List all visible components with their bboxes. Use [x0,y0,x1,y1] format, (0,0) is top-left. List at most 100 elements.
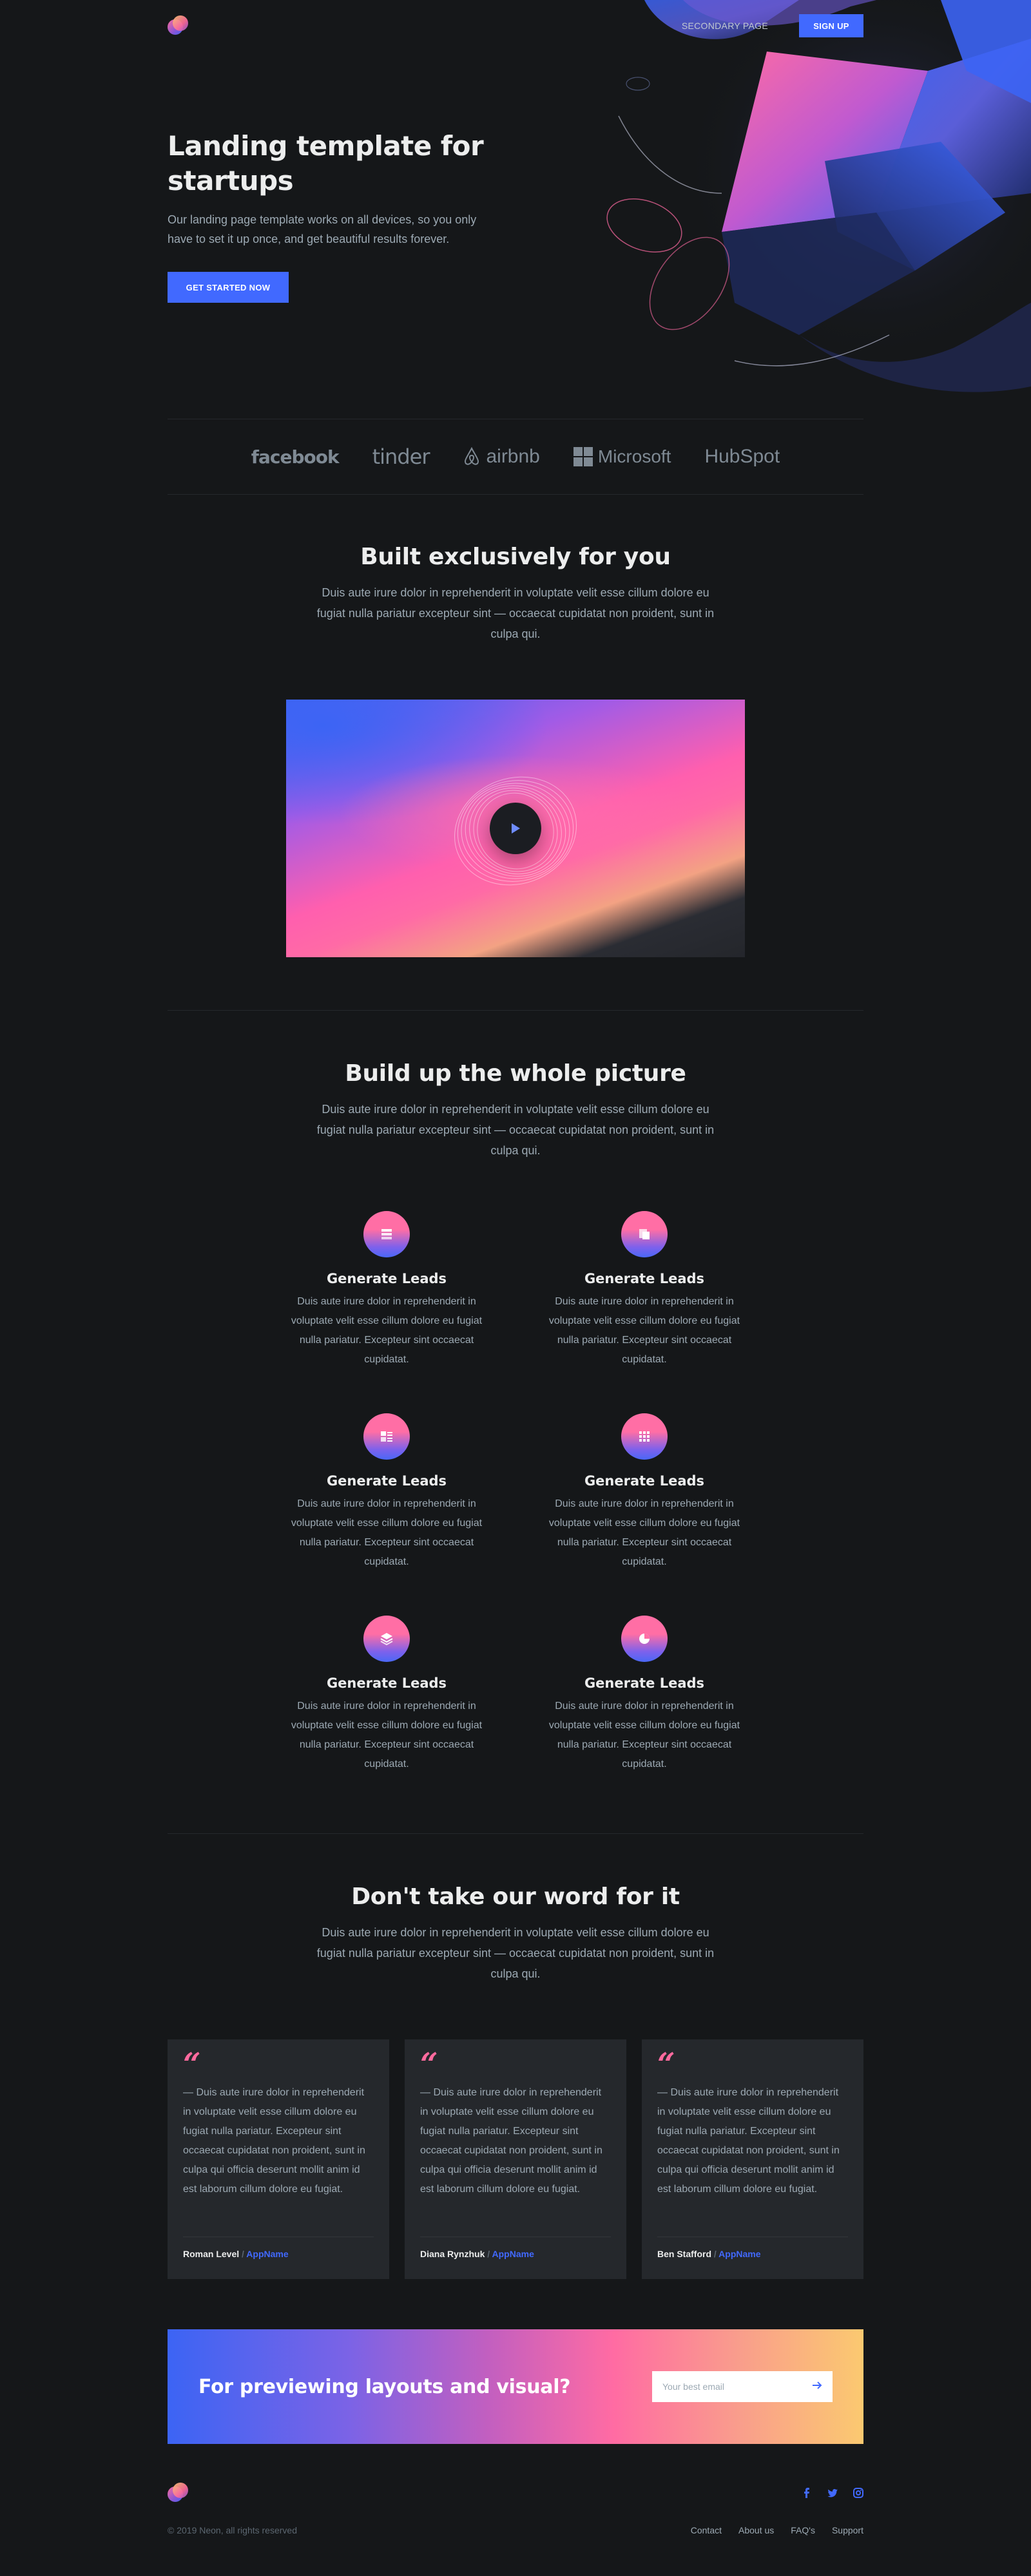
testimonial-card: “ — Duis aute irure dolor in reprehender… [168,2039,389,2279]
get-started-button[interactable]: GET STARTED NOW [168,272,289,303]
cta-title: For previewing layouts and visual? [198,2375,571,2398]
feature-card: Generate Leads Duis aute irure dolor in … [258,1413,516,1572]
section-paragraph: Duis aute irure dolor in reprehenderit i… [316,586,715,640]
footer-link-support[interactable]: Support [832,2525,863,2535]
feature-title: Generate Leads [326,1473,447,1489]
feature-text: Duis aute irure dolor in reprehenderit i… [291,1701,483,1770]
microsoft-icon [573,447,593,466]
copyright-text: © 2019 Neon, all rights reserved [168,2525,297,2535]
feature-title: Generate Leads [584,1675,705,1691]
footer-links: Contact About us FAQ's Support [691,2525,863,2535]
feature-text: Duis aute irure dolor in reprehenderit i… [548,1498,740,1567]
sign-up-button[interactable]: SIGN UP [799,14,863,37]
client-logo-airbnb: airbnb [463,446,540,468]
footer-logo[interactable] [168,2483,188,2503]
section-title: Don't take our word for it [351,1884,680,1910]
pie-chart-icon [621,1616,668,1662]
feature-title: Generate Leads [326,1271,447,1286]
social-links [802,2488,863,2498]
logo-shape [173,15,188,31]
microsoft-wordmark: Microsoft [597,446,671,466]
arrow-right-icon[interactable] [812,2381,822,2392]
play-icon [512,823,520,834]
feature-text: Duis aute irure dolor in reprehenderit i… [548,1701,740,1770]
built-for-you-section: Built exclusively for you Duis aute irur… [168,542,863,644]
feature-card: Generate Leads Duis aute irure dolor in … [258,1211,516,1369]
author-name: Diana Rynzhuk [420,2249,485,2259]
newsletter-cta: For previewing layouts and visual? [168,2329,863,2444]
section-divider [168,1833,863,1834]
email-form [652,2371,833,2402]
feature-card: Generate Leads Duis aute irure dolor in … [516,1211,773,1369]
testimonial-text: — Duis aute irure dolor in reprehenderit… [420,2087,602,2195]
author-app-link[interactable]: AppName [492,2249,534,2259]
author-app-link[interactable]: AppName [246,2249,288,2259]
testimonial-card: “ — Duis aute irure dolor in reprehender… [642,2039,863,2279]
section-paragraph: Duis aute irure dolor in reprehenderit i… [316,1926,715,1980]
twitter-icon[interactable] [827,2488,838,2498]
quote-icon: “ [657,2046,675,2083]
secondary-page-link[interactable]: SECONDARY PAGE [682,21,768,31]
instagram-icon[interactable] [853,2488,863,2498]
site-footer: © 2019 Neon, all rights reserved Contact… [168,2483,863,2547]
brand-logo[interactable] [168,15,188,36]
testimonials-section-header: Don't take our word for it Duis aute iru… [168,1882,863,1984]
testimonial-card: “ — Duis aute irure dolor in reprehender… [405,2039,626,2279]
airbnb-wordmark: airbnb [486,446,540,467]
section-title: Built exclusively for you [360,544,671,570]
author-name: Roman Level [183,2249,240,2259]
testimonial-text: — Duis aute irure dolor in reprehenderit… [183,2087,365,2195]
feature-card: Generate Leads Duis aute irure dolor in … [258,1616,516,1774]
footer-link-contact[interactable]: Contact [691,2525,722,2535]
layout-icon [363,1413,410,1460]
hero-section: Landing template for startups Our landin… [168,129,503,303]
client-logo-facebook: facebook [251,446,340,468]
grid-icon [621,1413,668,1460]
author-separator: / [242,2249,244,2259]
email-input[interactable] [662,2381,791,2392]
section-title: Build up the whole picture [345,1060,686,1087]
testimonial-text: — Duis aute irure dolor in reprehenderit… [657,2087,840,2195]
testimonial-author: Diana Rynzhuk / AppName [420,2237,611,2259]
layers-icon [363,1616,410,1662]
facebook-icon[interactable] [802,2488,812,2498]
site-header: SECONDARY PAGE SIGN UP [0,0,1031,52]
feature-card: Generate Leads Duis aute irure dolor in … [516,1413,773,1572]
copy-icon [621,1211,668,1257]
quote-icon: “ [420,2046,438,2083]
whole-picture-section: Build up the whole picture Duis aute iru… [168,1059,863,1161]
hero-subtitle: Our landing page template works on all d… [168,213,477,245]
testimonial-author: Ben Stafford / AppName [657,2237,848,2259]
author-separator: / [487,2249,490,2259]
video-preview[interactable] [286,700,745,957]
feature-title: Generate Leads [584,1271,705,1286]
testimonials-list: “ — Duis aute irure dolor in reprehender… [168,2039,863,2279]
author-name: Ben Stafford [657,2249,711,2259]
features-grid: Generate Leads Duis aute irure dolor in … [258,1211,773,1774]
list-icon [363,1211,410,1257]
play-button[interactable] [490,803,541,854]
author-app-link[interactable]: AppName [718,2249,760,2259]
feature-card: Generate Leads Duis aute irure dolor in … [516,1616,773,1774]
feature-text: Duis aute irure dolor in reprehenderit i… [291,1498,483,1567]
section-paragraph: Duis aute irure dolor in reprehenderit i… [316,1103,715,1157]
feature-text: Duis aute irure dolor in reprehenderit i… [291,1296,483,1365]
clients-strip: facebook tinder airbnb Microsoft HubSpot [168,419,863,495]
airbnb-icon [465,447,479,465]
hero-illustration [606,0,1031,412]
hero-title: Landing template for startups [168,130,484,196]
feature-title: Generate Leads [584,1473,705,1489]
client-logo-microsoft: Microsoft [573,446,671,467]
testimonial-author: Roman Level / AppName [183,2237,374,2259]
client-logo-hubspot: HubSpot [704,446,780,467]
footer-link-about[interactable]: About us [738,2525,774,2535]
author-separator: / [713,2249,717,2259]
header-nav: SECONDARY PAGE SIGN UP [682,14,863,37]
feature-title: Generate Leads [326,1675,447,1691]
client-logo-tinder: tinder [372,444,430,469]
section-divider [168,1010,863,1011]
feature-text: Duis aute irure dolor in reprehenderit i… [548,1296,740,1365]
quote-icon: “ [183,2046,201,2083]
footer-link-faqs[interactable]: FAQ's [791,2525,815,2535]
logo-shape [173,2483,188,2498]
